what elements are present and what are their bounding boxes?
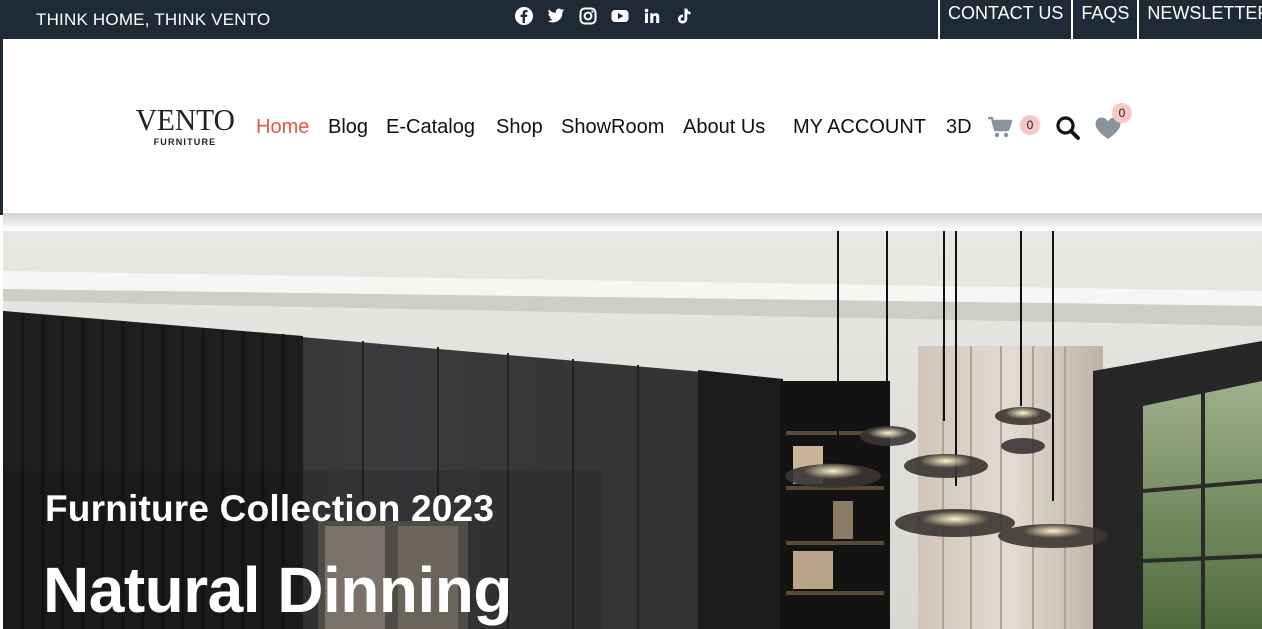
tiktok-icon[interactable] <box>674 6 694 26</box>
wishlist-count-badge: 0 <box>1112 103 1132 123</box>
logo-wordmark: VENTO <box>135 102 235 137</box>
logo-tagline: FURNITURE <box>153 137 217 147</box>
header-shadow <box>3 213 1262 231</box>
instagram-icon[interactable] <box>578 6 598 26</box>
top-links: CONTACT US FAQS NEWSLETTER <box>938 0 1262 39</box>
nav-home[interactable]: Home <box>256 115 309 139</box>
nav-showroom[interactable]: ShowRoom <box>561 115 664 139</box>
newsletter-link[interactable]: NEWSLETTER <box>1137 0 1262 39</box>
site-header: VENTO FURNITURE Home Blog E-Catalog Shop… <box>0 39 1262 215</box>
facebook-icon[interactable] <box>514 6 534 26</box>
linkedin-icon[interactable] <box>642 6 662 26</box>
nav-blog[interactable]: Blog <box>328 115 368 139</box>
top-bar: THINK HOME, THINK VENTO CONTACT US FAQS … <box>0 0 1262 39</box>
contact-us-link[interactable]: CONTACT US <box>938 0 1071 39</box>
youtube-icon[interactable] <box>610 6 630 26</box>
nav-e-catalog[interactable]: E-Catalog <box>386 115 475 139</box>
hero-banner: Furniture Collection 2023 Natural Dinnin… <box>3 231 1262 629</box>
nav-about-us[interactable]: About Us <box>683 115 765 139</box>
nav-shop[interactable]: Shop <box>496 115 543 139</box>
cart-icon[interactable] <box>987 114 1013 140</box>
twitter-icon[interactable] <box>546 6 566 26</box>
tagline: THINK HOME, THINK VENTO <box>36 10 271 29</box>
faqs-link[interactable]: FAQS <box>1071 0 1137 39</box>
hero-subtitle: Furniture Collection 2023 <box>45 488 495 529</box>
search-icon[interactable] <box>1055 115 1081 141</box>
social-links <box>514 6 694 26</box>
cart-count-badge: 0 <box>1020 115 1040 135</box>
hero-title: Natural Dinning <box>43 554 512 626</box>
nav-my-account[interactable]: MY ACCOUNT <box>793 115 926 139</box>
nav-3d[interactable]: 3D <box>946 115 972 139</box>
logo[interactable]: VENTO FURNITURE <box>133 103 237 151</box>
